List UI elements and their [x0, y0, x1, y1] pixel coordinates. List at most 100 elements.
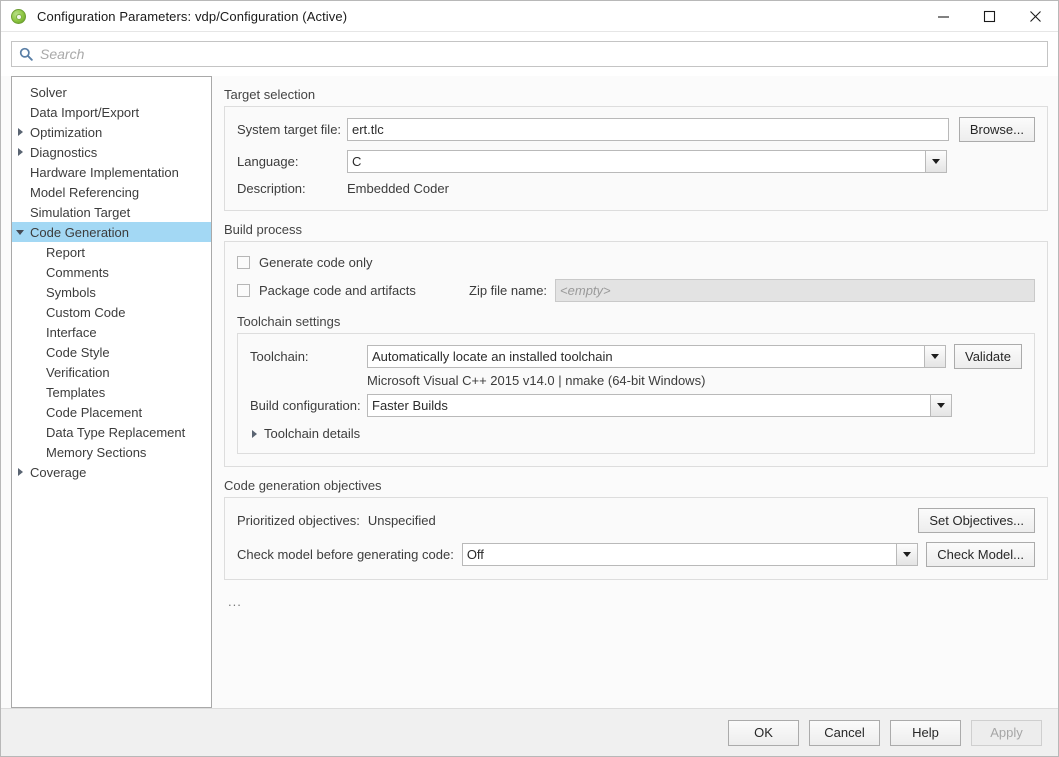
chevron-right-icon	[252, 429, 257, 438]
dialog-body: Solver Data Import/Export Optimization Diag…	[1, 76, 1058, 708]
build-configuration-row: Build configuration: Faster Builds	[250, 394, 1022, 417]
search-input[interactable]: Search	[11, 41, 1048, 67]
chevron-down-icon[interactable]	[12, 229, 28, 235]
sidebar-item-label: Verification	[46, 364, 110, 380]
toolchain-settings-title: Toolchain settings	[237, 314, 341, 329]
sidebar-item-label: Code Placement	[46, 404, 143, 420]
chevron-down-icon[interactable]	[923, 346, 945, 367]
sidebar-item-label: Report	[46, 244, 86, 260]
toolchain-details-toggle[interactable]: Toolchain details	[250, 426, 1022, 441]
build-configuration-value: Faster Builds	[372, 398, 448, 413]
maximize-icon[interactable]	[966, 1, 1012, 32]
settings-pane: Target selection System target file: ert…	[212, 76, 1048, 708]
sidebar-item-comments[interactable]: Comments	[12, 262, 211, 282]
sidebar-item-verification[interactable]: Verification	[12, 362, 211, 382]
title-bar: Configuration Parameters: vdp/Configurat…	[1, 1, 1058, 32]
toolchain-description-row: Microsoft Visual C++ 2015 v14.0 | nmake …	[250, 373, 1022, 388]
sidebar-item-model-referencing[interactable]: Model Referencing	[12, 182, 211, 202]
close-icon[interactable]	[1012, 1, 1058, 32]
sidebar-item-custom-code[interactable]: Custom Code	[12, 302, 211, 322]
window-controls	[920, 1, 1058, 32]
sidebar-item-label: Code Style	[46, 344, 110, 360]
minimize-icon[interactable]	[920, 1, 966, 32]
toolchain-details-label: Toolchain details	[264, 426, 361, 441]
check-model-value: Off	[466, 547, 484, 562]
chevron-down-icon[interactable]	[925, 151, 946, 172]
code-generation-objectives-panel: Prioritized objectives: Unspecified Set …	[224, 497, 1048, 580]
browse-button[interactable]: Browse...	[958, 117, 1035, 142]
search-placeholder: Search	[40, 46, 85, 62]
settings-tree[interactable]: Solver Data Import/Export Optimization Diag…	[11, 76, 212, 708]
sidebar-item-optimization[interactable]: Optimization	[12, 122, 211, 142]
sidebar-item-label: Custom Code	[46, 304, 126, 320]
package-code-checkbox[interactable]	[237, 284, 250, 297]
build-process-panel: Generate code only Package code and arti…	[224, 241, 1048, 467]
toolchain-row: Toolchain: Automatically locate an insta…	[250, 344, 1022, 369]
chevron-down-icon[interactable]	[930, 395, 951, 416]
sidebar-item-label: Diagnostics	[30, 144, 98, 160]
sidebar-item-label: Data Type Replacement	[46, 424, 186, 440]
validate-button[interactable]: Validate	[953, 344, 1022, 369]
build-configuration-select[interactable]: Faster Builds	[367, 394, 952, 417]
sidebar-item-code-style[interactable]: Code Style	[12, 342, 211, 362]
build-configuration-label: Build configuration:	[250, 398, 361, 413]
sidebar-item-label: Hardware Implementation	[30, 164, 179, 180]
cancel-button[interactable]: Cancel	[809, 719, 880, 746]
sidebar-item-label: Data Import/Export	[30, 104, 140, 120]
sidebar-item-interface[interactable]: Interface	[12, 322, 211, 342]
sidebar-item-simulation-target[interactable]: Simulation Target	[12, 202, 211, 222]
sidebar-item-report[interactable]: Report	[12, 242, 211, 262]
toolchain-value: Automatically locate an installed toolch…	[372, 349, 613, 364]
chevron-right-icon[interactable]	[12, 468, 28, 476]
check-model-select[interactable]: Off	[461, 543, 919, 566]
chevron-right-icon[interactable]	[12, 148, 28, 156]
sidebar-item-label: Optimization	[30, 124, 103, 140]
system-target-file-label: System target file:	[237, 122, 342, 137]
language-value: C	[352, 154, 362, 169]
simulink-icon	[11, 8, 28, 25]
check-model-row: Check model before generating code: Off …	[237, 542, 1035, 567]
sidebar-item-code-placement[interactable]: Code Placement	[12, 402, 211, 422]
sidebar-item-code-generation[interactable]: Code Generation	[12, 222, 211, 242]
sidebar-item-diagnostics[interactable]: Diagnostics	[12, 142, 211, 162]
sidebar-item-label: Comments	[46, 264, 109, 280]
sidebar-item-label: Coverage	[30, 464, 87, 480]
check-model-button[interactable]: Check Model...	[926, 542, 1035, 567]
chevron-right-icon[interactable]	[12, 128, 28, 136]
sidebar-item-templates[interactable]: Templates	[12, 382, 211, 402]
system-target-file-input[interactable]: ert.tlc	[347, 118, 949, 141]
help-button[interactable]: Help	[890, 719, 961, 746]
overflow-indicator: ...	[228, 594, 242, 609]
window-title: Configuration Parameters: vdp/Configurat…	[37, 8, 348, 24]
language-select[interactable]: C	[347, 150, 947, 173]
search-bar: Search	[1, 32, 1058, 76]
sidebar-item-label: Model Referencing	[30, 184, 140, 200]
check-model-label: Check model before generating code:	[237, 547, 454, 562]
package-code-checkbox-row[interactable]: Package code and artifacts	[237, 281, 469, 301]
generate-code-only-label: Generate code only	[259, 254, 373, 270]
sidebar-item-hardware-implementation[interactable]: Hardware Implementation	[12, 162, 211, 182]
ok-button[interactable]: OK	[728, 719, 799, 746]
sidebar-item-memory-sections[interactable]: Memory Sections	[12, 442, 211, 462]
build-process-title: Build process	[224, 222, 303, 237]
toolchain-description: Microsoft Visual C++ 2015 v14.0 | nmake …	[367, 373, 706, 388]
chevron-down-icon[interactable]	[896, 544, 918, 565]
package-code-label: Package code and artifacts	[259, 283, 416, 298]
generate-code-only-checkbox[interactable]	[237, 255, 250, 269]
prioritized-objectives-label: Prioritized objectives:	[237, 513, 360, 528]
search-icon	[19, 47, 33, 61]
sidebar-item-label: Memory Sections	[46, 444, 147, 460]
zip-file-name-placeholder: <empty>	[560, 283, 611, 298]
sidebar-item-data-import-export[interactable]: Data Import/Export	[12, 102, 211, 122]
sidebar-item-solver[interactable]: Solver	[12, 82, 211, 102]
description-row: Description: Embedded Coder	[237, 181, 1035, 196]
sidebar-item-data-type-replacement[interactable]: Data Type Replacement	[12, 422, 211, 442]
zip-file-name-input: <empty>	[555, 279, 1035, 302]
set-objectives-button[interactable]: Set Objectives...	[918, 508, 1035, 533]
sidebar-item-coverage[interactable]: Coverage	[12, 462, 211, 482]
apply-button: Apply	[971, 719, 1042, 746]
sidebar-item-label: Solver	[30, 84, 67, 100]
toolchain-select[interactable]: Automatically locate an installed toolch…	[367, 345, 946, 368]
generate-code-only-row[interactable]: Generate code only	[237, 252, 1035, 272]
sidebar-item-symbols[interactable]: Symbols	[12, 282, 211, 302]
